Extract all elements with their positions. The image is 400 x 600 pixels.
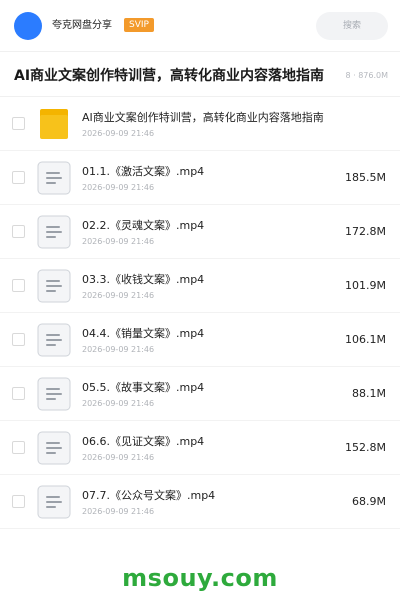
file-date: 2026-09-09 21:46 bbox=[82, 345, 155, 354]
select-checkbox[interactable] bbox=[12, 279, 25, 292]
file-size: 88.1M bbox=[352, 387, 386, 400]
file-name: 07.7.《公众号文案》.mp4 bbox=[82, 489, 216, 502]
file-size: 68.9M bbox=[352, 495, 386, 508]
list-item[interactable]: 03.3.《收钱文案》.mp4 2026-09-09 21:46 101.9M bbox=[0, 259, 400, 313]
select-checkbox[interactable] bbox=[12, 441, 25, 454]
file-size: 185.5M bbox=[345, 171, 386, 184]
list-item[interactable]: 04.4.《销量文案》.mp4 2026-09-09 21:46 106.1M bbox=[0, 313, 400, 367]
folder-icon bbox=[37, 107, 71, 141]
list-item[interactable]: 02.2.《灵魂文案》.mp4 2026-09-09 21:46 172.8M bbox=[0, 205, 400, 259]
list-item[interactable]: 05.5.《故事文案》.mp4 2026-09-09 21:46 88.1M bbox=[0, 367, 400, 421]
video-file-icon bbox=[37, 161, 71, 195]
avatar[interactable] bbox=[14, 12, 42, 40]
page-title: AI商业文案创作特训营，高转化商业内容落地指南 bbox=[14, 68, 325, 84]
file-date: 2026-09-09 21:46 bbox=[82, 453, 155, 462]
file-list: AI商业文案创作特训营，高转化商业内容落地指南 2026-09-09 21:46 0… bbox=[0, 97, 400, 529]
file-date: 2026-09-09 21:46 bbox=[82, 129, 155, 138]
select-checkbox[interactable] bbox=[12, 333, 25, 346]
folder-header: AI商业文案创作特训营，高转化商业内容落地指南 8 · 876.0M bbox=[0, 52, 400, 96]
file-name: 04.4.《销量文案》.mp4 bbox=[82, 327, 205, 340]
watermark: msouy.com bbox=[122, 564, 278, 592]
video-file-icon bbox=[37, 269, 71, 303]
select-checkbox[interactable] bbox=[12, 495, 25, 508]
file-name: AI商业文案创作特训营，高转化商业内容落地指南 bbox=[82, 111, 324, 124]
file-date: 2026-09-09 21:46 bbox=[82, 291, 155, 300]
file-name: 05.5.《故事文案》.mp4 bbox=[82, 381, 205, 394]
select-checkbox[interactable] bbox=[12, 117, 25, 130]
video-file-icon bbox=[37, 323, 71, 357]
video-file-icon bbox=[37, 215, 71, 249]
file-size: 172.8M bbox=[345, 225, 386, 238]
select-checkbox[interactable] bbox=[12, 171, 25, 184]
username: 夸克网盘分享 bbox=[52, 20, 112, 31]
file-size: 101.9M bbox=[345, 279, 386, 292]
list-item[interactable]: 06.6.《见证文案》.mp4 2026-09-09 21:46 152.8M bbox=[0, 421, 400, 475]
video-file-icon bbox=[37, 431, 71, 465]
file-size: 106.1M bbox=[345, 333, 386, 346]
list-item[interactable]: AI商业文案创作特训营，高转化商业内容落地指南 2026-09-09 21:46 bbox=[0, 97, 400, 151]
app-header: 夸克网盘分享 SVIP 搜索 bbox=[0, 0, 400, 52]
file-name: 01.1.《激活文案》.mp4 bbox=[82, 165, 205, 178]
file-date: 2026-09-09 21:46 bbox=[82, 399, 155, 408]
svip-badge: SVIP bbox=[124, 18, 154, 32]
file-name: 03.3.《收钱文案》.mp4 bbox=[82, 273, 205, 286]
file-date: 2026-09-09 21:46 bbox=[82, 507, 155, 516]
file-date: 2026-09-09 21:46 bbox=[82, 237, 155, 246]
list-item[interactable]: 07.7.《公众号文案》.mp4 2026-09-09 21:46 68.9M bbox=[0, 475, 400, 529]
file-date: 2026-09-09 21:46 bbox=[82, 183, 155, 192]
select-checkbox[interactable] bbox=[12, 225, 25, 238]
select-checkbox[interactable] bbox=[12, 387, 25, 400]
list-item[interactable]: 01.1.《激活文案》.mp4 2026-09-09 21:46 185.5M bbox=[0, 151, 400, 205]
file-name: 06.6.《见证文案》.mp4 bbox=[82, 435, 205, 448]
folder-meta: 8 · 876.0M bbox=[342, 70, 388, 82]
video-file-icon bbox=[37, 377, 71, 411]
search-input[interactable]: 搜索 bbox=[316, 12, 388, 40]
file-name: 02.2.《灵魂文案》.mp4 bbox=[82, 219, 205, 232]
video-file-icon bbox=[37, 485, 71, 519]
file-size: 152.8M bbox=[345, 441, 386, 454]
